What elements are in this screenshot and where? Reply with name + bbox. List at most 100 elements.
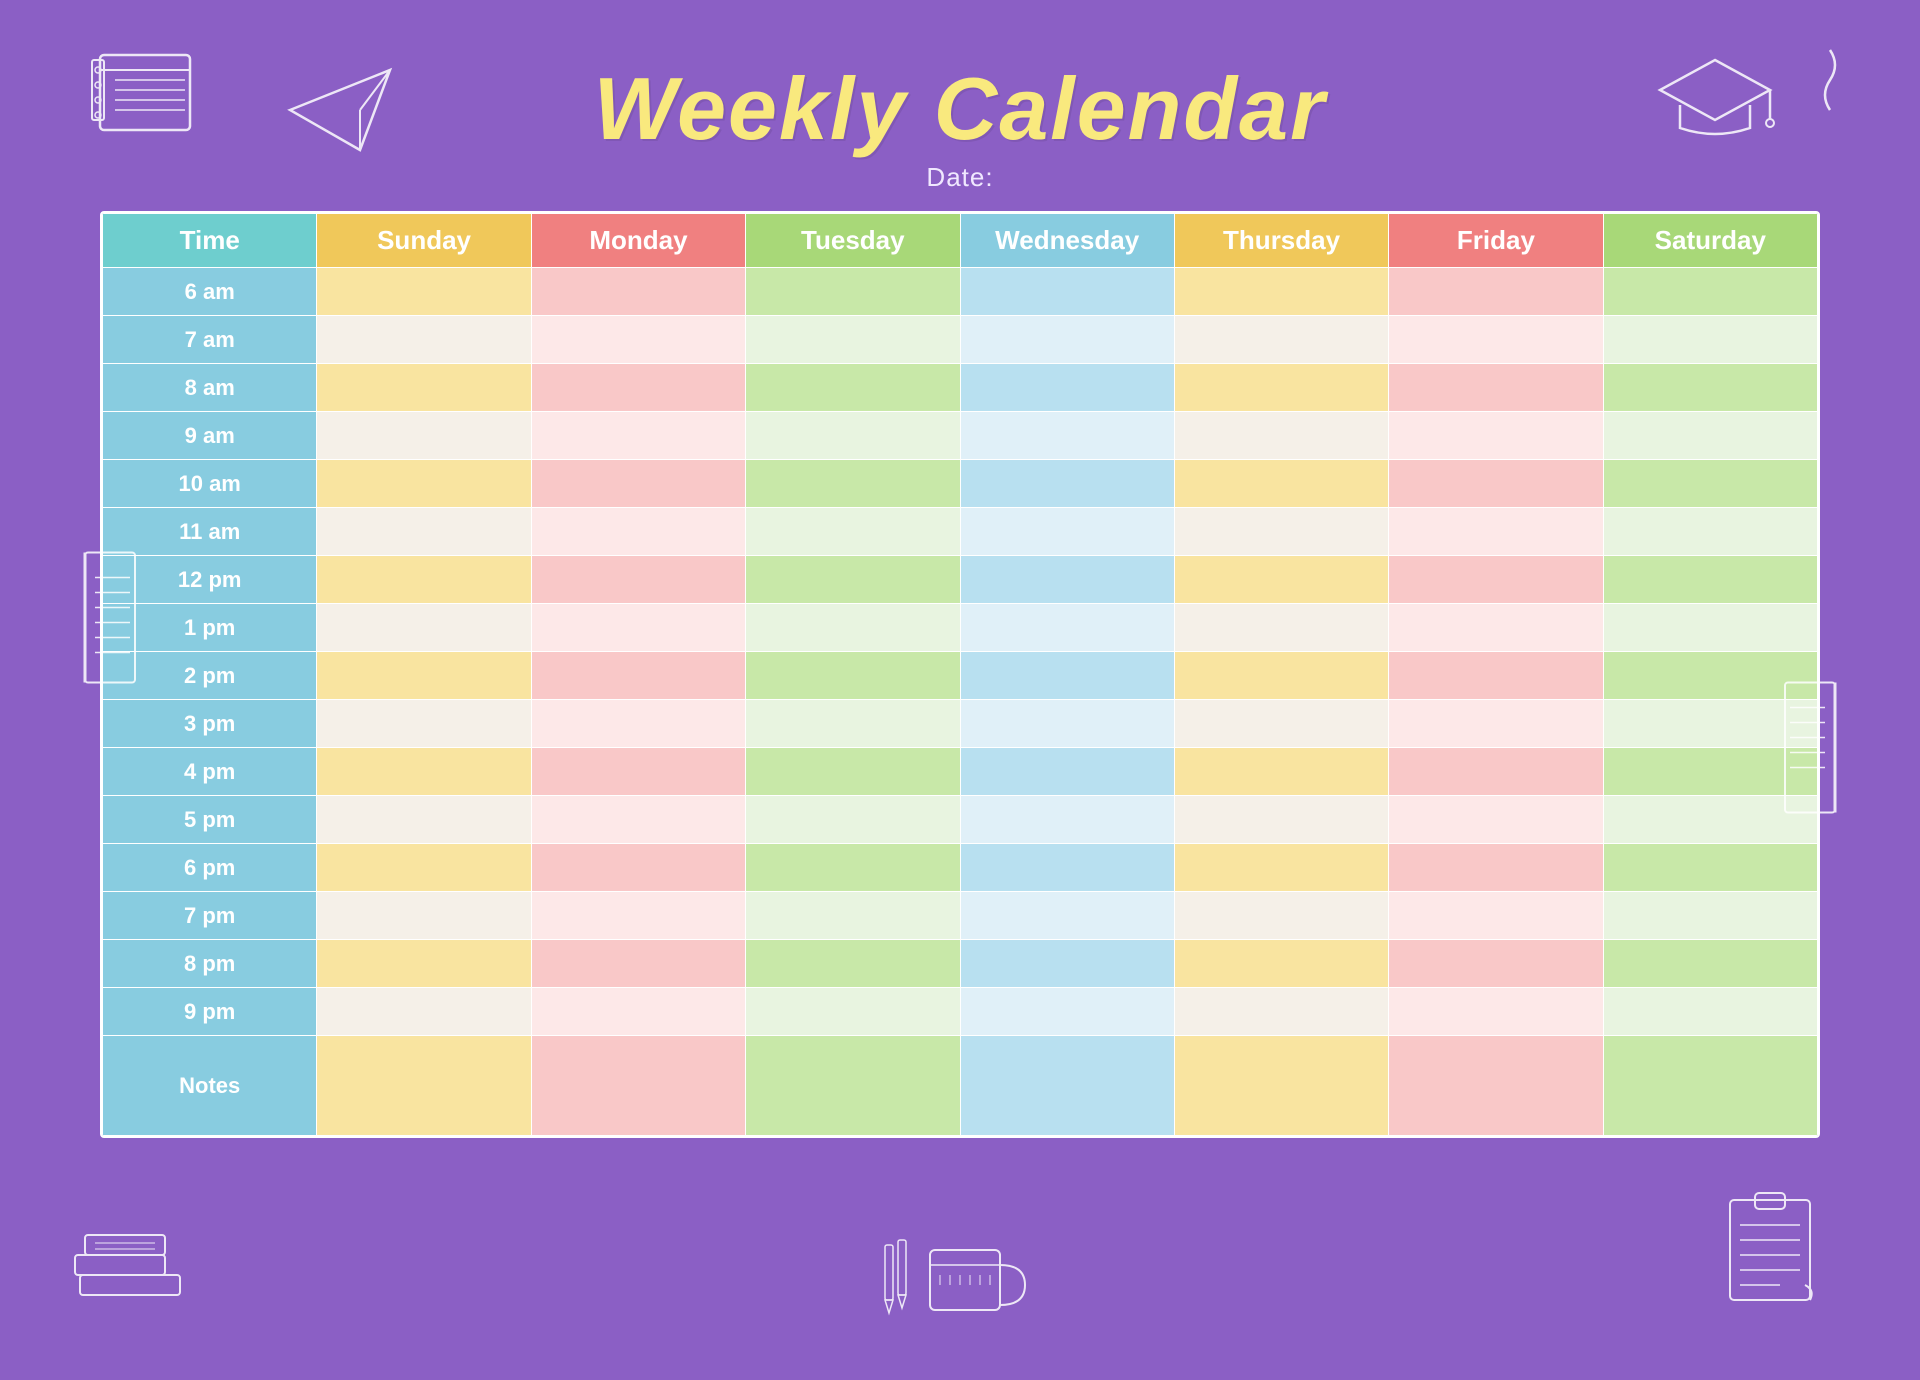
- day-cell[interactable]: [746, 892, 960, 940]
- day-cell[interactable]: [531, 460, 745, 508]
- day-cell[interactable]: [960, 508, 1174, 556]
- day-cell[interactable]: [317, 508, 531, 556]
- day-cell[interactable]: [1174, 700, 1388, 748]
- day-cell[interactable]: [1174, 988, 1388, 1036]
- day-cell[interactable]: [1174, 508, 1388, 556]
- day-cell[interactable]: [1174, 460, 1388, 508]
- day-cell[interactable]: [317, 700, 531, 748]
- notes-day-cell[interactable]: [531, 1036, 745, 1136]
- day-cell[interactable]: [317, 604, 531, 652]
- day-cell[interactable]: [1603, 508, 1817, 556]
- notes-day-cell[interactable]: [1603, 1036, 1817, 1136]
- day-cell[interactable]: [531, 748, 745, 796]
- day-cell[interactable]: [317, 460, 531, 508]
- day-cell[interactable]: [1603, 268, 1817, 316]
- day-cell[interactable]: [1389, 748, 1603, 796]
- day-cell[interactable]: [1174, 316, 1388, 364]
- day-cell[interactable]: [531, 940, 745, 988]
- day-cell[interactable]: [531, 652, 745, 700]
- day-cell[interactable]: [317, 940, 531, 988]
- day-cell[interactable]: [1389, 508, 1603, 556]
- day-cell[interactable]: [531, 364, 745, 412]
- day-cell[interactable]: [960, 460, 1174, 508]
- day-cell[interactable]: [531, 412, 745, 460]
- day-cell[interactable]: [1174, 364, 1388, 412]
- day-cell[interactable]: [1174, 796, 1388, 844]
- day-cell[interactable]: [317, 268, 531, 316]
- day-cell[interactable]: [1174, 844, 1388, 892]
- day-cell[interactable]: [746, 460, 960, 508]
- day-cell[interactable]: [1174, 748, 1388, 796]
- day-cell[interactable]: [531, 556, 745, 604]
- day-cell[interactable]: [317, 316, 531, 364]
- day-cell[interactable]: [1389, 844, 1603, 892]
- day-cell[interactable]: [531, 700, 745, 748]
- day-cell[interactable]: [746, 412, 960, 460]
- day-cell[interactable]: [531, 796, 745, 844]
- day-cell[interactable]: [960, 604, 1174, 652]
- day-cell[interactable]: [1603, 316, 1817, 364]
- day-cell[interactable]: [1389, 364, 1603, 412]
- day-cell[interactable]: [746, 268, 960, 316]
- day-cell[interactable]: [746, 316, 960, 364]
- day-cell[interactable]: [746, 796, 960, 844]
- day-cell[interactable]: [960, 556, 1174, 604]
- day-cell[interactable]: [960, 364, 1174, 412]
- day-cell[interactable]: [1603, 364, 1817, 412]
- day-cell[interactable]: [1603, 460, 1817, 508]
- day-cell[interactable]: [746, 940, 960, 988]
- day-cell[interactable]: [317, 748, 531, 796]
- day-cell[interactable]: [1174, 268, 1388, 316]
- day-cell[interactable]: [1389, 316, 1603, 364]
- notes-day-cell[interactable]: [1174, 1036, 1388, 1136]
- day-cell[interactable]: [1174, 604, 1388, 652]
- day-cell[interactable]: [531, 316, 745, 364]
- day-cell[interactable]: [1389, 892, 1603, 940]
- day-cell[interactable]: [746, 364, 960, 412]
- day-cell[interactable]: [531, 844, 745, 892]
- day-cell[interactable]: [317, 892, 531, 940]
- day-cell[interactable]: [960, 748, 1174, 796]
- day-cell[interactable]: [317, 796, 531, 844]
- day-cell[interactable]: [1174, 412, 1388, 460]
- day-cell[interactable]: [531, 988, 745, 1036]
- day-cell[interactable]: [1603, 940, 1817, 988]
- day-cell[interactable]: [1389, 700, 1603, 748]
- day-cell[interactable]: [1603, 892, 1817, 940]
- day-cell[interactable]: [1389, 604, 1603, 652]
- day-cell[interactable]: [1389, 988, 1603, 1036]
- day-cell[interactable]: [531, 268, 745, 316]
- day-cell[interactable]: [960, 844, 1174, 892]
- day-cell[interactable]: [960, 988, 1174, 1036]
- day-cell[interactable]: [1174, 556, 1388, 604]
- day-cell[interactable]: [960, 316, 1174, 364]
- day-cell[interactable]: [1389, 460, 1603, 508]
- day-cell[interactable]: [746, 556, 960, 604]
- notes-day-cell[interactable]: [746, 1036, 960, 1136]
- day-cell[interactable]: [317, 652, 531, 700]
- notes-day-cell[interactable]: [960, 1036, 1174, 1136]
- day-cell[interactable]: [1389, 796, 1603, 844]
- day-cell[interactable]: [746, 508, 960, 556]
- day-cell[interactable]: [746, 988, 960, 1036]
- day-cell[interactable]: [960, 700, 1174, 748]
- notes-day-cell[interactable]: [317, 1036, 531, 1136]
- day-cell[interactable]: [1174, 940, 1388, 988]
- day-cell[interactable]: [1389, 652, 1603, 700]
- day-cell[interactable]: [1389, 556, 1603, 604]
- day-cell[interactable]: [317, 556, 531, 604]
- day-cell[interactable]: [1174, 892, 1388, 940]
- day-cell[interactable]: [960, 652, 1174, 700]
- day-cell[interactable]: [746, 652, 960, 700]
- day-cell[interactable]: [1174, 652, 1388, 700]
- day-cell[interactable]: [317, 364, 531, 412]
- day-cell[interactable]: [960, 796, 1174, 844]
- day-cell[interactable]: [317, 844, 531, 892]
- day-cell[interactable]: [531, 604, 745, 652]
- day-cell[interactable]: [1603, 604, 1817, 652]
- day-cell[interactable]: [1603, 556, 1817, 604]
- day-cell[interactable]: [1389, 940, 1603, 988]
- notes-day-cell[interactable]: [1389, 1036, 1603, 1136]
- day-cell[interactable]: [746, 844, 960, 892]
- day-cell[interactable]: [531, 508, 745, 556]
